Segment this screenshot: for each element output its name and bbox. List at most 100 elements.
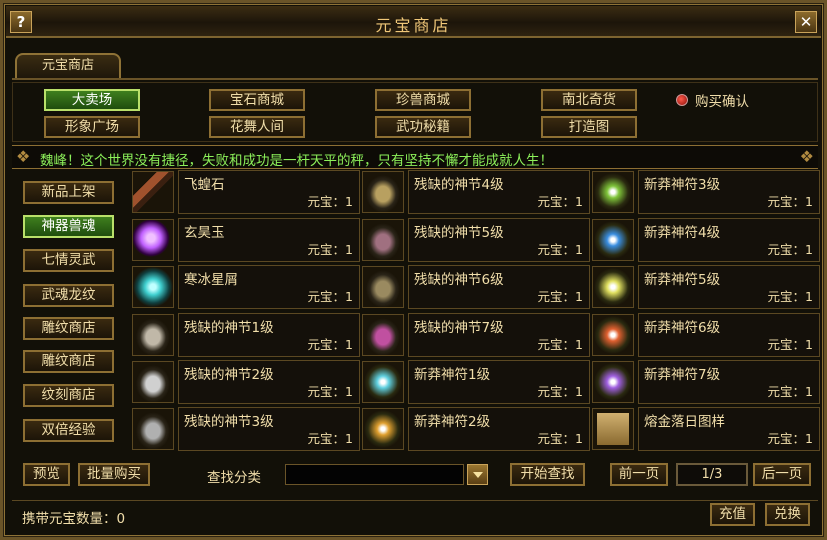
- talisman-icon[interactable]: [362, 361, 404, 403]
- item-name: 新莽神符1级: [414, 367, 491, 383]
- exchange-button[interactable]: 兑换: [765, 503, 810, 526]
- category-button[interactable]: 花舞人间: [209, 116, 305, 138]
- category-button[interactable]: 形象广场: [44, 116, 140, 138]
- jade-orb-icon[interactable]: [132, 219, 174, 261]
- shop-item[interactable]: 熔金落日图样 元宝：1: [592, 407, 820, 451]
- shop-item[interactable]: 寒冰星屑元宝：1: [132, 265, 360, 309]
- shop-item[interactable]: 新莽神符3级 元宝：1: [592, 170, 820, 214]
- talisman-icon[interactable]: [362, 408, 404, 450]
- item-info[interactable]: 新莽神符4级 元宝：1: [638, 218, 820, 262]
- item-info[interactable]: 新莽神符1级元宝：1: [408, 360, 590, 404]
- shop-item[interactable]: 残缺的神节6级 元宝：1: [362, 265, 590, 309]
- item-price: 元宝：1: [307, 194, 353, 209]
- sidebar-item[interactable]: 七情灵武: [23, 249, 114, 272]
- item-info[interactable]: 寒冰星屑元宝：1: [178, 265, 360, 309]
- shop-item[interactable]: 新莽神符6级元宝：1: [592, 313, 820, 357]
- item-info[interactable]: 新莽神符7级 元宝：1: [638, 360, 820, 404]
- item-info[interactable]: 残缺的神节6级 元宝：1: [408, 265, 590, 309]
- purchase-confirm-toggle[interactable]: 购买确认: [676, 91, 749, 110]
- talisman-icon[interactable]: [592, 171, 634, 213]
- chevron-down-icon[interactable]: [467, 464, 488, 485]
- talisman-icon[interactable]: [592, 219, 634, 261]
- stone-icon[interactable]: [132, 171, 174, 213]
- item-info[interactable]: 残缺的神节4级 元宝：1: [408, 170, 590, 214]
- category-button[interactable]: 宝石商城: [209, 89, 305, 111]
- item-price: 元宝：1: [307, 242, 353, 257]
- shop-item[interactable]: 残缺的神节4级 元宝：1: [362, 170, 590, 214]
- item-price: 元宝：1: [307, 337, 353, 352]
- shop-item[interactable]: 新莽神符4级 元宝：1: [592, 218, 820, 262]
- item-info[interactable]: 残缺的神节1级 元宝：1: [178, 313, 360, 357]
- artifact-fragment-icon[interactable]: [362, 219, 404, 261]
- bulk-buy-button[interactable]: 批量购买: [78, 463, 150, 486]
- item-info[interactable]: 残缺的神节5级 元宝：1: [408, 218, 590, 262]
- ice-shard-icon[interactable]: [132, 266, 174, 308]
- prev-page-button[interactable]: 前一页: [610, 463, 668, 486]
- shop-item[interactable]: 飞蝗石 元宝：1: [132, 170, 360, 214]
- category-button[interactable]: 武功秘籍: [375, 116, 471, 138]
- shop-item[interactable]: 新莽神符1级元宝：1: [362, 360, 590, 404]
- ornament-left-icon: ❖: [16, 147, 31, 166]
- item-price: 元宝：1: [537, 384, 583, 399]
- recharge-button[interactable]: 充值: [710, 503, 755, 526]
- item-name: 新莽神符6级: [644, 320, 721, 336]
- shop-item[interactable]: 新莽神符2级 元宝：1: [362, 407, 590, 451]
- artifact-fragment-icon[interactable]: [132, 361, 174, 403]
- sidebar-item[interactable]: 雕纹商店: [23, 350, 114, 373]
- sidebar-item[interactable]: 神器兽魂: [23, 215, 114, 238]
- item-info[interactable]: 新莽神符2级 元宝：1: [408, 407, 590, 451]
- item-price: 元宝：1: [767, 289, 813, 304]
- talisman-icon[interactable]: [592, 314, 634, 356]
- category-button[interactable]: 大卖场: [44, 89, 140, 111]
- sidebar-item[interactable]: 纹刻商店: [23, 384, 114, 407]
- close-button[interactable]: ✕: [795, 11, 817, 33]
- artifact-fragment-icon[interactable]: [132, 408, 174, 450]
- item-name: 寒冰星屑: [184, 272, 238, 288]
- next-page-button[interactable]: 后一页: [753, 463, 811, 486]
- scroll-icon[interactable]: [592, 408, 634, 450]
- tab-yuanbao-shop[interactable]: 元宝商店: [15, 53, 121, 79]
- category-button[interactable]: 打造图: [541, 116, 637, 138]
- artifact-fragment-icon[interactable]: [362, 314, 404, 356]
- talisman-icon[interactable]: [592, 266, 634, 308]
- shop-item[interactable]: 残缺的神节7级 元宝：1: [362, 313, 590, 357]
- artifact-fragment-icon[interactable]: [132, 314, 174, 356]
- sidebar-item[interactable]: 双倍经验: [23, 419, 114, 442]
- sidebar-item[interactable]: 雕纹商店: [23, 317, 114, 340]
- purchase-confirm-label: 购买确认: [695, 94, 749, 110]
- preview-button[interactable]: 预览: [23, 463, 70, 486]
- item-price: 元宝：1: [537, 337, 583, 352]
- sidebar-item[interactable]: 武魂龙纹: [23, 284, 114, 307]
- search-input[interactable]: [285, 464, 464, 485]
- item-name: 新莽神符7级: [644, 367, 721, 383]
- artifact-fragment-icon[interactable]: [362, 266, 404, 308]
- talisman-icon[interactable]: [592, 361, 634, 403]
- item-info[interactable]: 新莽神符3级 元宝：1: [638, 170, 820, 214]
- item-info[interactable]: 玄昊玉 元宝：1: [178, 218, 360, 262]
- item-name: 熔金落日图样: [644, 414, 725, 430]
- item-name: 新莽神符3级: [644, 177, 721, 193]
- shop-item[interactable]: 残缺的神节3级 元宝：1: [132, 407, 360, 451]
- item-info[interactable]: 熔金落日图样 元宝：1: [638, 407, 820, 451]
- radio-icon[interactable]: [676, 94, 688, 106]
- category-button[interactable]: 珍兽商城: [375, 89, 471, 111]
- item-price: 元宝：1: [307, 289, 353, 304]
- item-info[interactable]: 残缺的神节3级 元宝：1: [178, 407, 360, 451]
- shop-item[interactable]: 玄昊玉 元宝：1: [132, 218, 360, 262]
- item-info[interactable]: 新莽神符6级元宝：1: [638, 313, 820, 357]
- artifact-fragment-icon[interactable]: [362, 171, 404, 213]
- item-info[interactable]: 残缺的神节7级 元宝：1: [408, 313, 590, 357]
- sidebar-item[interactable]: 新品上架: [23, 181, 114, 204]
- item-info[interactable]: 飞蝗石 元宝：1: [178, 170, 360, 214]
- item-info[interactable]: 残缺的神节2级 元宝：1: [178, 360, 360, 404]
- item-price: 元宝：1: [537, 194, 583, 209]
- item-info[interactable]: 新莽神符5级 元宝：1: [638, 265, 820, 309]
- shop-item[interactable]: 新莽神符7级 元宝：1: [592, 360, 820, 404]
- item-price: 元宝：1: [767, 337, 813, 352]
- shop-item[interactable]: 新莽神符5级 元宝：1: [592, 265, 820, 309]
- shop-item[interactable]: 残缺的神节2级 元宝：1: [132, 360, 360, 404]
- shop-item[interactable]: 残缺的神节1级 元宝：1: [132, 313, 360, 357]
- shop-item[interactable]: 残缺的神节5级 元宝：1: [362, 218, 590, 262]
- category-button[interactable]: 南北奇货: [541, 89, 637, 111]
- start-search-button[interactable]: 开始查找: [510, 463, 585, 486]
